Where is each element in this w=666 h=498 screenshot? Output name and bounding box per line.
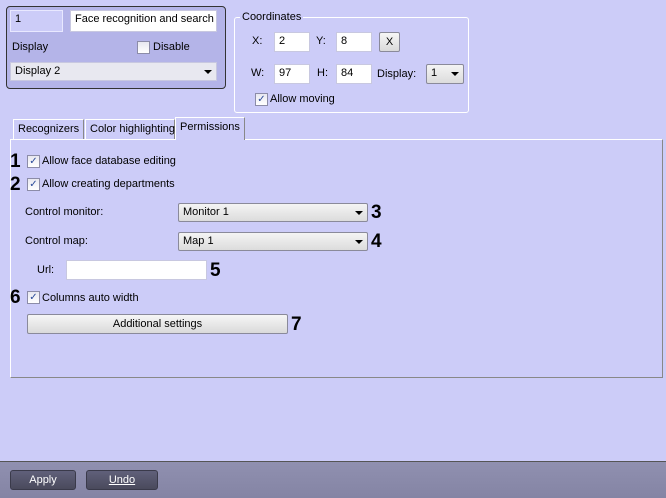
columns-auto-width-checkbox[interactable]: ✓: [27, 291, 40, 304]
w-field[interactable]: 97: [274, 64, 310, 84]
allow-moving-checkbox[interactable]: ✓: [255, 93, 268, 106]
coord-display-value: 1: [431, 67, 438, 79]
x-field[interactable]: 2: [274, 32, 310, 52]
disable-label: Disable: [153, 41, 190, 53]
marker-3: 3: [371, 202, 382, 223]
tab-permissions[interactable]: Permissions: [175, 117, 245, 140]
url-label: Url:: [37, 264, 55, 276]
h-label: H:: [317, 67, 328, 79]
coord-display-label: Display:: [377, 68, 417, 80]
display-label: Display: [12, 41, 49, 53]
marker-1: 1: [10, 151, 21, 172]
x-label: X:: [252, 35, 263, 47]
chevron-down-icon: [451, 72, 459, 76]
id-field[interactable]: 1: [10, 10, 63, 32]
allow-creating-departments-label: Allow creating departments: [42, 178, 175, 190]
disable-checkbox[interactable]: [137, 41, 150, 54]
control-monitor-label: Control monitor:: [25, 206, 104, 218]
apply-button[interactable]: Apply: [10, 470, 76, 490]
control-map-select[interactable]: Map 1: [178, 232, 368, 251]
marker-5: 5: [210, 260, 221, 281]
url-field[interactable]: [66, 260, 207, 280]
display-select-value: Display 2: [15, 65, 61, 77]
coordinates-legend: Coordinates: [240, 11, 304, 23]
reset-position-button[interactable]: X: [379, 32, 400, 52]
name-field[interactable]: Face recognition and search 1: [70, 10, 217, 32]
marker-2: 2: [10, 174, 21, 195]
marker-4: 4: [371, 231, 382, 252]
chevron-down-icon: [355, 240, 363, 244]
tab-recognizers[interactable]: Recognizers: [13, 119, 84, 140]
columns-auto-width-label: Columns auto width: [42, 292, 139, 304]
permissions-panel: [10, 139, 663, 378]
control-map-value: Map 1: [183, 235, 214, 247]
marker-7: 7: [291, 314, 302, 335]
allow-face-db-editing-checkbox[interactable]: ✓: [27, 155, 40, 168]
marker-6: 6: [10, 287, 21, 308]
allow-creating-departments-checkbox[interactable]: ✓: [27, 178, 40, 191]
control-monitor-value: Monitor 1: [183, 206, 229, 218]
control-monitor-select[interactable]: Monitor 1: [178, 203, 368, 222]
w-label: W:: [251, 67, 265, 79]
undo-button[interactable]: Undo: [86, 470, 158, 490]
additional-settings-button[interactable]: Additional settings: [27, 314, 288, 334]
tab-color-highlighting[interactable]: Color highlighting: [85, 119, 175, 140]
h-field[interactable]: 84: [336, 64, 372, 84]
y-label: Y:: [316, 35, 326, 47]
allow-moving-label: Allow moving: [270, 93, 335, 105]
allow-face-db-editing-label: Allow face database editing: [42, 155, 176, 167]
chevron-down-icon: [204, 70, 212, 74]
y-field[interactable]: 8: [336, 32, 372, 52]
display-select[interactable]: Display 2: [10, 62, 217, 81]
coord-display-select[interactable]: 1: [426, 64, 464, 84]
control-map-label: Control map:: [25, 235, 88, 247]
chevron-down-icon: [355, 211, 363, 215]
